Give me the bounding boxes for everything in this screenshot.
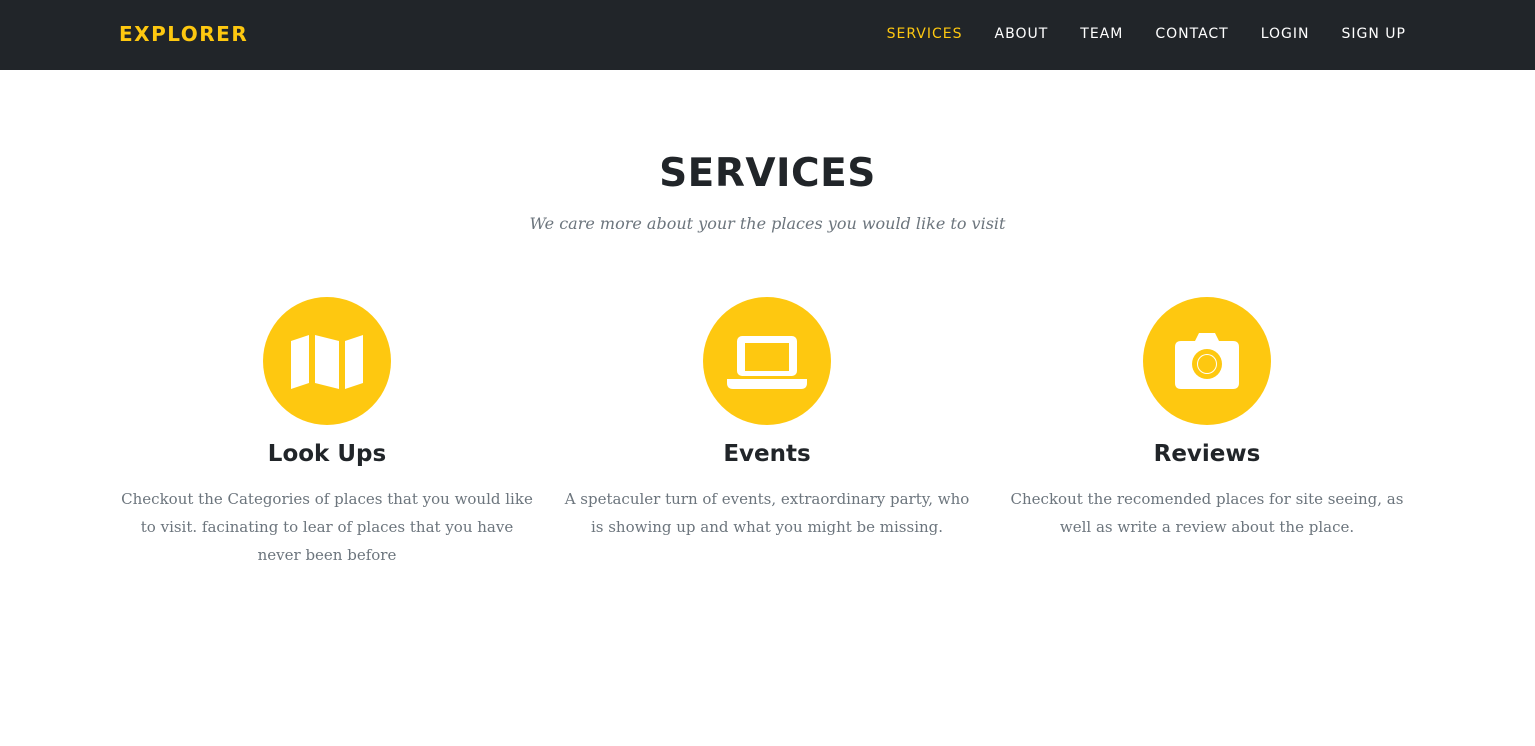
nav-link-services[interactable]: SERVICES (887, 22, 963, 46)
service-heading: Events (723, 441, 811, 467)
map-icon (263, 297, 391, 425)
nav-link-contact[interactable]: CONTACT (1155, 22, 1228, 46)
service-heading: Reviews (1153, 441, 1261, 467)
service-description: A spetaculer turn of events, extraordina… (564, 490, 970, 536)
service-reviews: Reviews Checkout the recomended places f… (997, 297, 1417, 541)
section-subtitle: We care more about your the places you w… (529, 214, 1006, 233)
nav-link-team[interactable]: TEAM (1080, 22, 1123, 46)
laptop-icon (703, 297, 831, 425)
top-navbar: EXPLORER SERVICES ABOUT TEAM CONTACT LOG… (0, 0, 1535, 70)
nav-link-login[interactable]: LOGIN (1261, 22, 1310, 46)
service-heading: Look Ups (267, 441, 387, 467)
service-events: Events A spetaculer turn of events, extr… (557, 297, 977, 541)
section-title: SERVICES (659, 151, 876, 196)
nav-link-sign-up[interactable]: SIGN UP (1342, 22, 1406, 46)
service-description: Checkout the Categories of places that y… (121, 490, 533, 564)
service-look-ups: Look Ups Checkout the Categories of plac… (117, 297, 537, 569)
brand-logo[interactable]: EXPLORER (119, 20, 248, 48)
nav-links: SERVICES ABOUT TEAM CONTACT LOGIN SIGN U… (887, 22, 1406, 46)
service-description: Checkout the recomended places for site … (1010, 490, 1404, 536)
camera-icon (1143, 297, 1271, 425)
nav-link-about[interactable]: ABOUT (995, 22, 1049, 46)
